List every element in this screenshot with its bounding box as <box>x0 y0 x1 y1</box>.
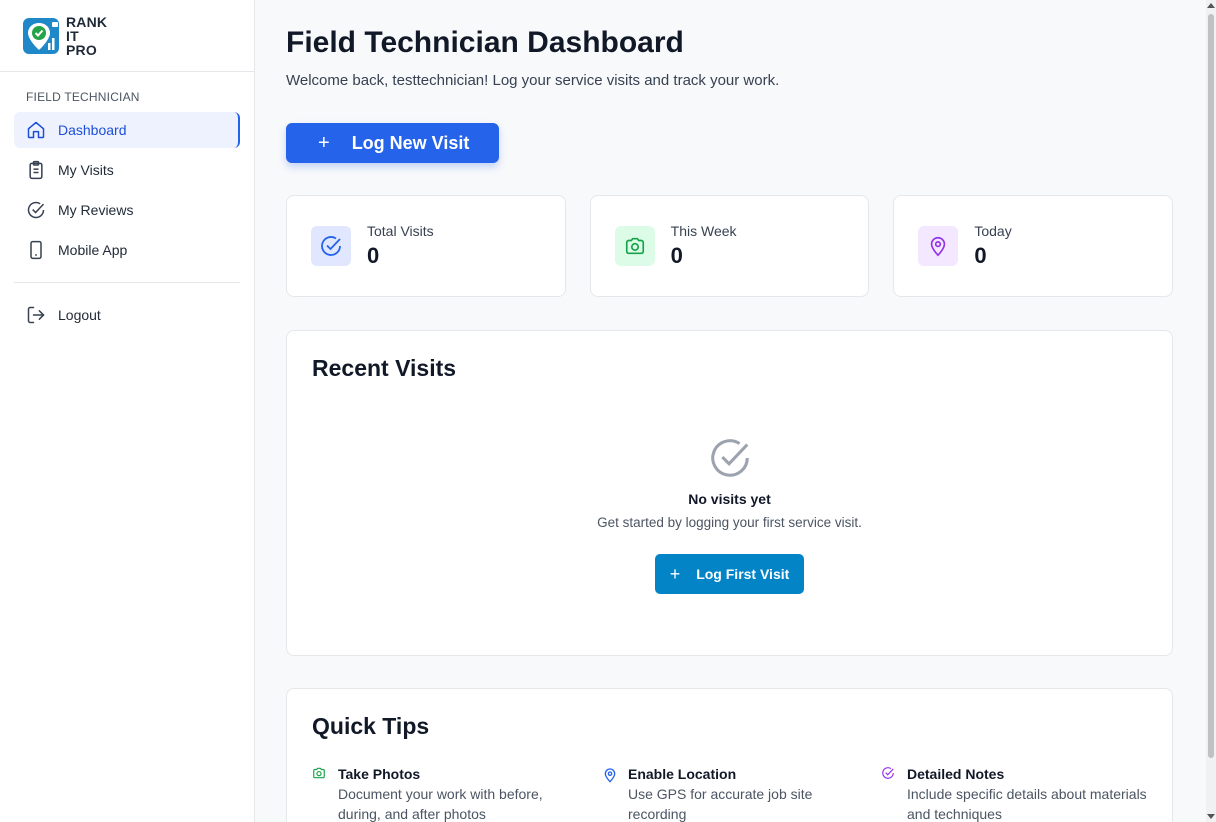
empty-state: No visits yet Get started by logging you… <box>287 435 1172 594</box>
scroll-thumb[interactable] <box>1208 14 1214 758</box>
brand-line-1: RANK <box>66 13 108 30</box>
quick-tips-card: Quick Tips Take Photos Document your wor… <box>286 688 1173 822</box>
tip-desc-line: recording <box>628 806 687 822</box>
stat-label: Total Visits <box>367 223 434 239</box>
sidebar-item-label: Dashboard <box>58 122 127 138</box>
log-first-visit-label: Log First Visit <box>696 566 790 582</box>
log-first-visit-button[interactable]: + Log First Visit <box>655 554 804 594</box>
sidebar-divider <box>14 282 240 283</box>
sidebar-item-my-reviews[interactable]: My Reviews <box>14 192 240 228</box>
home-icon <box>26 120 46 140</box>
stat-label: This Week <box>670 223 737 239</box>
sidebar-item-mobile-app[interactable]: Mobile App <box>14 232 240 268</box>
tip-desc-line: Include specific details about materials <box>907 786 1147 802</box>
logout-icon <box>26 305 46 325</box>
tip-desc-line: Use GPS for accurate job site <box>628 786 813 802</box>
recent-visits-title: Recent Visits <box>312 355 457 381</box>
log-new-visit-label: Log New Visit <box>351 132 470 153</box>
plus-icon: + <box>669 563 681 584</box>
smartphone-icon <box>26 240 46 260</box>
sidebar-footer: Logout <box>0 297 254 333</box>
tip-desc-line: during, and after photos <box>338 806 486 822</box>
check-circle-icon <box>311 226 351 266</box>
tips-grid: Take Photos Document your work with befo… <box>287 740 1172 822</box>
tip-take-photos: Take Photos Document your work with befo… <box>312 766 602 822</box>
brand[interactable]: RANK IT PRO <box>0 0 254 72</box>
logout-button[interactable]: Logout <box>14 297 240 333</box>
page-scrollbar[interactable] <box>1206 0 1216 822</box>
stat-value: 0 <box>974 243 987 268</box>
tip-desc: Document your work with before, during, … <box>338 784 543 822</box>
quick-tips-title: Quick Tips <box>312 713 430 739</box>
tip-title: Enable Location <box>628 766 737 782</box>
map-pin-icon <box>918 226 959 266</box>
page-subtitle: Welcome back, testtechnician! Log your s… <box>286 72 780 89</box>
stat-card-this-week: This Week 0 <box>589 195 870 297</box>
sidebar-item-label: My Visits <box>58 162 114 178</box>
map-pin-icon <box>602 766 618 789</box>
recent-visits-card: Recent Visits No visits yet Get started … <box>286 330 1173 656</box>
sidebar-nav: Dashboard My Visits My Reviews Mobile Ap… <box>0 112 254 268</box>
camera-icon <box>312 766 328 785</box>
brand-line-2: IT <box>66 27 79 44</box>
page-title: Field Technician Dashboard <box>286 26 684 59</box>
stat-card-total-visits: Total Visits 0 <box>286 195 566 297</box>
tip-title: Detailed Notes <box>907 766 1005 782</box>
tip-enable-location: Enable Location Use GPS for accurate job… <box>602 766 881 822</box>
brand-line-3: PRO <box>66 41 97 58</box>
tip-desc-line: and techniques <box>907 806 1002 822</box>
sidebar-item-dashboard[interactable]: Dashboard <box>14 112 240 148</box>
stat-label: Today <box>974 223 1012 239</box>
log-new-visit-button[interactable]: + Log New Visit <box>286 123 499 163</box>
scroll-down-icon[interactable] <box>1207 814 1215 819</box>
logout-label: Logout <box>58 307 101 323</box>
camera-icon <box>614 226 655 266</box>
sidebar-section-label: FIELD TECHNICIAN <box>26 90 140 104</box>
tip-detailed-notes: Detailed Notes Include specific details … <box>881 766 1171 822</box>
scroll-up-icon[interactable] <box>1207 3 1215 8</box>
check-circle-icon <box>881 766 897 785</box>
stats-row: Total Visits 0 This Week 0 Today 0 <box>286 195 1174 297</box>
sidebar-item-label: My Reviews <box>58 202 134 218</box>
empty-title: No visits yet <box>688 491 771 507</box>
sidebar-item-my-visits[interactable]: My Visits <box>14 152 240 188</box>
stat-card-today: Today 0 <box>893 195 1174 297</box>
stat-value: 0 <box>367 243 380 268</box>
tip-desc: Include specific details about materials… <box>907 784 1147 822</box>
clipboard-icon <box>26 160 46 180</box>
sidebar-item-label: Mobile App <box>58 242 128 258</box>
tip-desc: Use GPS for accurate job site recording <box>628 784 812 822</box>
logo-icon <box>22 16 62 56</box>
tip-desc-line: Document your work with before, <box>338 786 543 802</box>
plus-icon: + <box>318 131 330 154</box>
tip-title: Take Photos <box>338 766 421 782</box>
check-circle-icon <box>26 200 46 220</box>
brand-name: RANK IT PRO <box>66 15 107 57</box>
sidebar: RANK IT PRO FIELD TECHNICIAN Dashboard M… <box>0 0 255 822</box>
check-circle-icon <box>707 435 753 481</box>
main-content: Field Technician Dashboard Welcome back,… <box>286 0 1174 822</box>
stat-value: 0 <box>670 243 683 268</box>
empty-subtitle: Get started by logging your first servic… <box>597 515 862 530</box>
